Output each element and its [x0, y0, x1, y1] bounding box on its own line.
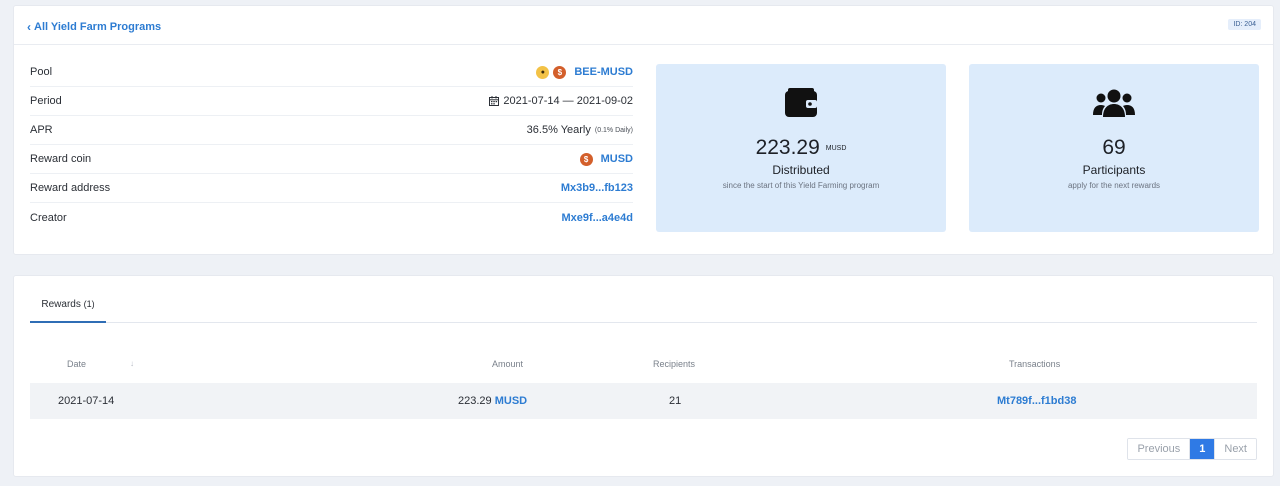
participants-count: 69	[1102, 136, 1126, 159]
reward-coin-value: $ MUSD	[579, 152, 633, 166]
bee-coin-icon: ●	[536, 65, 550, 79]
row-date: 2021-07-14	[58, 395, 115, 407]
distributed-amount: 223.29 MUSD	[656, 136, 946, 160]
distributed-title: Distributed	[772, 163, 830, 177]
back-link-label: All Yield Farm Programs	[34, 21, 162, 33]
tab-rewards-count: (1)	[83, 299, 95, 309]
column-header-date[interactable]: Date	[67, 359, 86, 369]
pool-label: Pool	[30, 66, 53, 78]
card-header: ‹ All Yield Farm Programs ID: 204	[14, 6, 1273, 45]
reward-coin-link[interactable]: MUSD	[601, 153, 633, 165]
column-header-transactions[interactable]: Transactions	[1009, 359, 1060, 369]
program-details-card: ‹ All Yield Farm Programs ID: 204 Pool ●…	[13, 5, 1274, 255]
tab-rewards[interactable]: Rewards (1)	[30, 299, 106, 323]
row-transaction-link[interactable]: Mt789f...f1bd38	[997, 395, 1076, 407]
reward-coin-label: Reward coin	[30, 153, 92, 165]
apr-daily: (0.1% Daily)	[594, 126, 633, 134]
sort-arrow-icon[interactable]: ↓	[130, 359, 134, 368]
detail-row-reward-address: Reward address Mx3b9...fb123	[30, 174, 633, 203]
id-badge: ID: 204	[1228, 19, 1261, 30]
pagination: Previous 1 Next	[1127, 438, 1257, 460]
details-table: Pool ● $ BEE-MUSD Period 2021-07-14 — 20…	[30, 58, 633, 232]
detail-row-reward-coin: Reward coin $ MUSD	[30, 145, 633, 174]
apr-label: APR	[30, 124, 53, 136]
distributed-subtitle: since the start of this Yield Farming pr…	[722, 181, 880, 190]
previous-page-button[interactable]: Previous	[1128, 439, 1190, 459]
row-amount-value: 223.29	[458, 395, 492, 407]
column-header-recipients[interactable]: Recipients	[653, 359, 695, 369]
next-page-button[interactable]: Next	[1214, 439, 1256, 459]
detail-row-pool: Pool ● $ BEE-MUSD	[30, 58, 633, 87]
detail-row-apr: APR 36.5% Yearly (0.1% Daily)	[30, 116, 633, 145]
wallet-icon	[785, 88, 817, 117]
row-recipients: 21	[669, 395, 682, 407]
tabs: Rewards (1)	[30, 276, 1257, 323]
musd-coin-icon: $	[579, 152, 593, 166]
reward-address-label: Reward address	[30, 182, 111, 194]
creator-label: Creator	[30, 211, 67, 224]
table-header: Date ↓ Amount Recipients Transactions	[30, 359, 1257, 373]
pool-link[interactable]: BEE-MUSD	[574, 66, 633, 78]
period-label: Period	[30, 95, 62, 107]
table-row: 2021-07-14 223.29 MUSD 21 Mt789f...f1bd3…	[30, 383, 1257, 419]
detail-row-creator: Creator Mxe9f...a4e4d	[30, 203, 633, 232]
row-amount-coin-link[interactable]: MUSD	[495, 395, 527, 407]
distributed-number: 223.29	[755, 136, 820, 159]
tab-rewards-label: Rewards	[41, 299, 81, 310]
column-header-amount[interactable]: Amount	[492, 359, 523, 369]
rewards-card: Rewards (1) Date ↓ Amount Recipients Tra…	[13, 275, 1274, 477]
apr-value: 36.5% Yearly (0.1% Daily)	[527, 124, 633, 136]
creator-link[interactable]: Mxe9f...a4e4d	[561, 212, 633, 224]
period-text: 2021-07-14 — 2021-09-02	[503, 95, 633, 107]
participants-stat: 69 Participants apply for the next rewar…	[969, 64, 1259, 232]
reward-address-link[interactable]: Mx3b9...fb123	[561, 182, 633, 194]
users-icon	[1093, 89, 1135, 117]
distributed-stat: 223.29 MUSD Distributed since the start o…	[656, 64, 946, 232]
detail-row-period: Period 2021-07-14 — 2021-09-02	[30, 87, 633, 116]
participants-title: Participants	[1082, 163, 1146, 177]
period-value: 2021-07-14 — 2021-09-02	[489, 95, 633, 107]
apr-yearly: 36.5% Yearly	[526, 124, 591, 136]
calendar-icon	[489, 96, 500, 106]
participants-subtitle: apply for the next rewards	[1067, 181, 1161, 190]
chevron-left-icon: ‹	[27, 20, 31, 34]
distributed-unit: MUSD	[825, 144, 847, 152]
page-1-button[interactable]: 1	[1189, 439, 1215, 459]
back-link[interactable]: ‹ All Yield Farm Programs	[27, 20, 161, 34]
musd-coin-icon: $	[553, 65, 567, 79]
row-amount: 223.29 MUSD	[458, 395, 527, 407]
pool-value: ● $ BEE-MUSD	[536, 65, 633, 79]
